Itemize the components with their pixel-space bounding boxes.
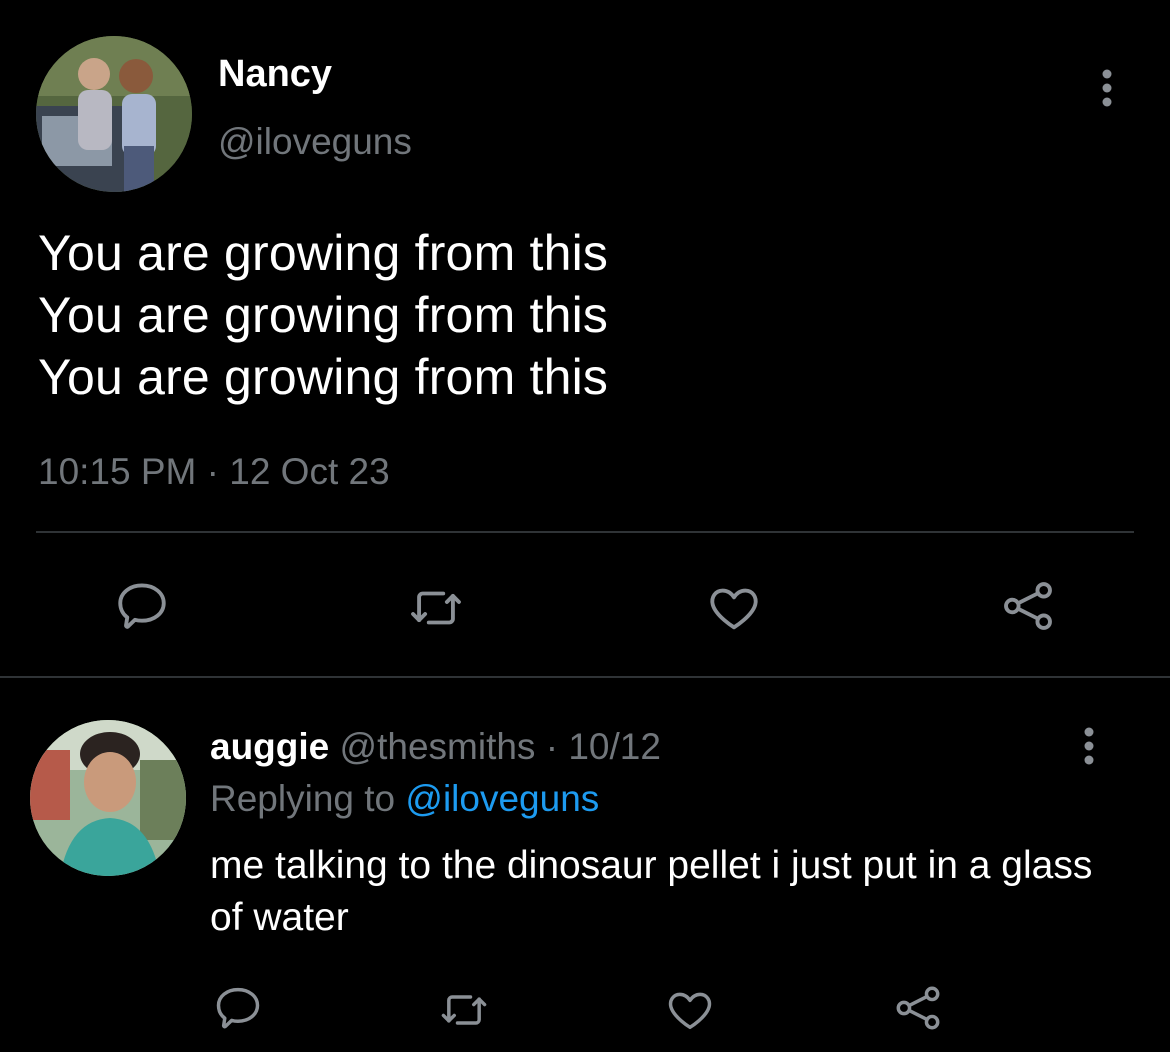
tweet-text: You are growing from this You are growin… bbox=[38, 222, 608, 408]
like-icon[interactable] bbox=[702, 576, 766, 640]
replying-prefix: Replying to bbox=[210, 778, 396, 819]
divider bbox=[36, 531, 1134, 533]
reply-author-handle[interactable]: @thesmiths bbox=[340, 726, 536, 767]
author-handle[interactable]: @iloveguns bbox=[218, 120, 412, 164]
divider bbox=[0, 676, 1170, 678]
more-vertical-icon[interactable] bbox=[1090, 66, 1124, 110]
tweet-line: You are growing from this bbox=[38, 287, 609, 343]
share-icon[interactable] bbox=[886, 976, 950, 1040]
like-icon[interactable] bbox=[658, 978, 722, 1042]
timestamp[interactable]: 10:15 PM · 12 Oct 23 bbox=[38, 450, 390, 494]
reply-text: me talking to the dinosaur pellet i just… bbox=[210, 844, 1093, 939]
share-icon[interactable] bbox=[996, 574, 1060, 638]
more-vertical-icon[interactable] bbox=[1072, 724, 1106, 768]
replying-to: Replying to @iloveguns bbox=[210, 776, 599, 822]
avatar-photo bbox=[30, 720, 186, 876]
replying-handle-link[interactable]: @iloveguns bbox=[405, 778, 599, 819]
author-name[interactable]: Nancy bbox=[218, 52, 332, 96]
reply-author-name[interactable]: auggie bbox=[210, 726, 329, 767]
retweet-icon[interactable] bbox=[432, 978, 496, 1042]
reply-header: auggie @thesmiths · 10/12 bbox=[210, 724, 661, 770]
reply-icon[interactable] bbox=[110, 574, 174, 638]
tweet-line: You are growing from this bbox=[38, 349, 609, 405]
avatar[interactable] bbox=[36, 36, 192, 192]
reply-date[interactable]: 10/12 bbox=[568, 726, 661, 767]
avatar[interactable] bbox=[30, 720, 186, 876]
avatar-photo bbox=[36, 36, 192, 192]
retweet-icon[interactable] bbox=[404, 576, 468, 640]
separator: · bbox=[545, 726, 559, 767]
tweet-line: You are growing from this bbox=[38, 225, 609, 281]
reply-icon[interactable] bbox=[206, 976, 270, 1040]
